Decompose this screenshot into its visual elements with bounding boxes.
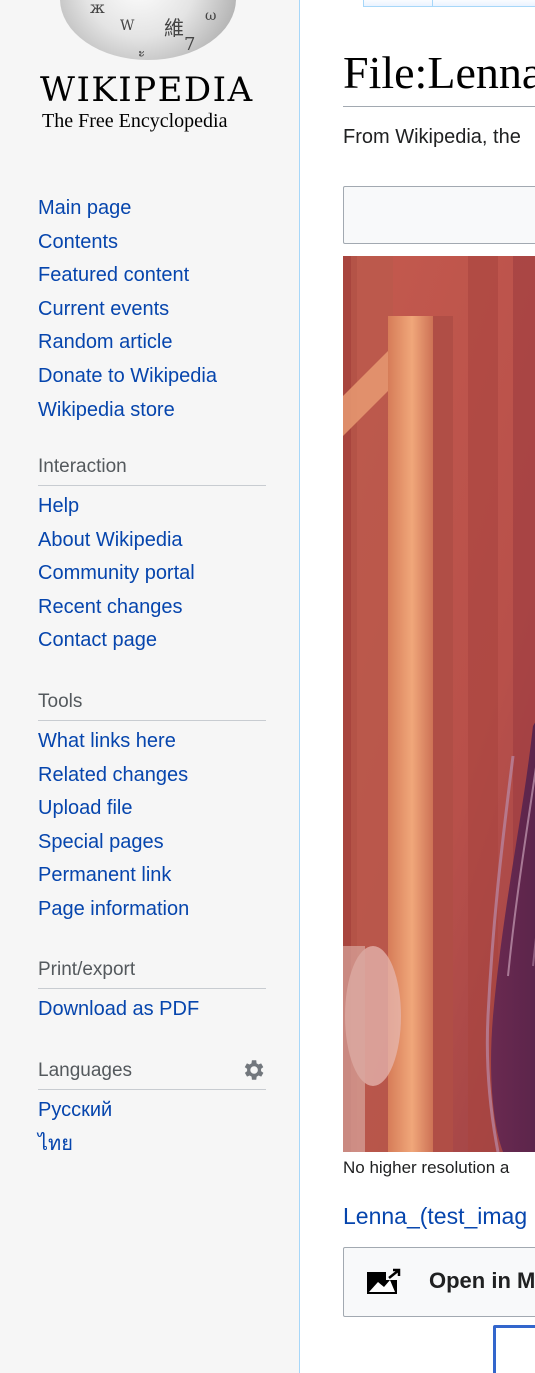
tools-item-what-links-here: What links here (38, 729, 266, 763)
tools-portal: Tools What links here Related changes Up… (38, 690, 266, 931)
wikipedia-tagline: The Free Encyclopedia (42, 110, 228, 132)
file-preview-image[interactable] (343, 256, 535, 1152)
gear-icon[interactable] (240, 1057, 266, 1083)
nav-link-featured-content[interactable]: Featured content (38, 264, 189, 286)
print-link-download-pdf[interactable]: Download as PDF (38, 998, 199, 1020)
title-divider (343, 106, 535, 107)
nav-item-random-article: Random article (38, 330, 266, 364)
interaction-link-recent-changes[interactable]: Recent changes (38, 596, 183, 618)
focused-next-button[interactable] (493, 1325, 535, 1373)
nav-link-random-article[interactable]: Random article (38, 331, 173, 353)
wikipedia-wordmark[interactable]: WIKIPEDIA (40, 70, 252, 110)
interaction-item-recent-changes: Recent changes (38, 595, 266, 629)
interaction-item-about: About Wikipedia (38, 528, 266, 562)
tools-link-related-changes[interactable]: Related changes (38, 764, 188, 786)
open-media-viewer-button[interactable]: Open in M (343, 1247, 535, 1317)
nav-link-main-page[interactable]: Main page (38, 197, 131, 219)
language-link-russian[interactable]: Русский (38, 1099, 112, 1121)
page-tabs[interactable] (363, 0, 535, 7)
languages-heading: Languages (38, 1059, 266, 1090)
tools-link-permanent-link[interactable]: Permanent link (38, 864, 171, 886)
language-link-thai[interactable]: ไทย (38, 1133, 73, 1155)
print-item-download-pdf: Download as PDF (38, 997, 266, 1031)
interaction-portal: Interaction Help About Wikipedia Communi… (38, 455, 266, 662)
interaction-heading: Interaction (38, 455, 266, 486)
sidebar: ж W 維 ะ 7 ω WIKIPEDIA The Free Encyclope… (0, 0, 299, 1373)
interaction-item-contact-page: Contact page (38, 628, 266, 662)
tools-link-what-links-here[interactable]: What links here (38, 730, 176, 752)
wikipedia-globe-logo[interactable]: ж W 維 ะ 7 ω (60, 0, 236, 60)
print-export-heading: Print/export (38, 958, 266, 989)
tools-heading: Tools (38, 690, 266, 721)
language-item-thai: ไทย (38, 1132, 266, 1166)
tools-link-special-pages[interactable]: Special pages (38, 831, 164, 853)
page-title: File:Lenna (343, 47, 535, 98)
main-content: File:Lenna From Wikipedia, the No higher… (299, 0, 535, 1373)
tools-item-upload-file: Upload file (38, 796, 266, 830)
tools-item-permanent-link: Permanent link (38, 863, 266, 897)
language-item-russian: Русский (38, 1098, 266, 1132)
tools-item-page-information: Page information (38, 897, 266, 931)
site-subtitle: From Wikipedia, the (343, 126, 521, 148)
navigation-portal: Main page Contents Featured content Curr… (38, 196, 266, 431)
tools-item-special-pages: Special pages (38, 830, 266, 864)
open-media-viewer-label: Open in M (429, 1268, 535, 1293)
nav-item-main-page: Main page (38, 196, 266, 230)
languages-portal: Languages Русский ไทย (38, 1059, 266, 1165)
open-media-viewer-icon (367, 1268, 402, 1294)
nav-link-current-events[interactable]: Current events (38, 298, 169, 320)
file-toc-bar[interactable] (343, 186, 535, 244)
nav-item-current-events: Current events (38, 297, 266, 331)
interaction-link-about[interactable]: About Wikipedia (38, 529, 183, 551)
interaction-link-contact-page[interactable]: Contact page (38, 629, 157, 651)
nav-item-featured-content: Featured content (38, 263, 266, 297)
interaction-item-community-portal: Community portal (38, 561, 266, 595)
nav-link-contents[interactable]: Contents (38, 231, 118, 253)
tools-item-related-changes: Related changes (38, 763, 266, 797)
image-render (343, 256, 535, 1152)
tools-link-upload-file[interactable]: Upload file (38, 797, 133, 819)
nav-item-contents: Contents (38, 230, 266, 264)
nav-item-store: Wikipedia store (38, 398, 266, 432)
languages-heading-label: Languages (38, 1060, 133, 1081)
interaction-link-community-portal[interactable]: Community portal (38, 562, 195, 584)
resolution-note: No higher resolution a (343, 1158, 510, 1177)
print-export-portal: Print/export Download as PDF (38, 958, 266, 1031)
nav-item-donate: Donate to Wikipedia (38, 364, 266, 398)
interaction-link-help[interactable]: Help (38, 495, 79, 517)
nav-link-donate[interactable]: Donate to Wikipedia (38, 365, 217, 387)
original-file-link[interactable]: Lenna_(test_imag (343, 1203, 527, 1230)
interaction-item-help: Help (38, 494, 266, 528)
tools-link-page-information[interactable]: Page information (38, 898, 189, 920)
nav-link-store[interactable]: Wikipedia store (38, 399, 175, 421)
